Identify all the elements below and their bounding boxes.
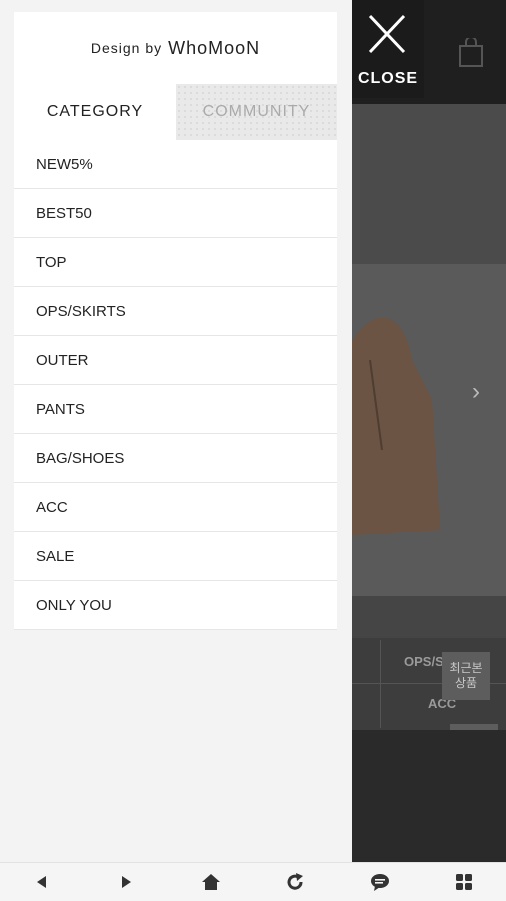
background-page: › OPS/Skirts ACC 최근본 상품 ⌃ ⌄: [352, 0, 506, 862]
brand-prefix: Design by: [90, 40, 163, 56]
product-photo: [352, 104, 506, 264]
background-strip: [352, 596, 506, 638]
back-button[interactable]: [0, 863, 84, 901]
category-item-only-you[interactable]: ONLY YOU: [14, 581, 337, 630]
tab-category[interactable]: CATEGORY: [14, 84, 176, 140]
recent-items-button[interactable]: 최근본 상품: [442, 652, 490, 700]
divider: [380, 640, 381, 728]
category-item-new[interactable]: NEW5%: [14, 140, 337, 189]
brand-header: Design by WhoMooN: [14, 12, 337, 84]
chat-icon: [370, 874, 389, 891]
chat-button[interactable]: [338, 863, 422, 901]
category-list: NEW5% BEST50 TOP OPS/SKIRTS OUTER PANTS …: [14, 140, 337, 630]
shopping-bag-icon: [459, 38, 483, 67]
hoodie-image: [352, 317, 440, 535]
side-drawer: Design by WhoMooN CATEGORY COMMUNITY NEW…: [0, 0, 352, 862]
close-icon: [368, 14, 406, 54]
apps-icon: [455, 874, 472, 890]
close-label: CLOSE: [357, 70, 419, 87]
category-item-sale[interactable]: SALE: [14, 532, 337, 581]
category-item-best[interactable]: BEST50: [14, 189, 337, 238]
close-drawer-button[interactable]: CLOSE: [352, 0, 424, 98]
refresh-button[interactable]: [253, 863, 337, 901]
tab-community[interactable]: COMMUNITY: [176, 84, 337, 140]
forward-button[interactable]: [84, 863, 168, 901]
category-item-ops-skirts[interactable]: OPS/SKIRTS: [14, 287, 337, 336]
category-item-outer[interactable]: OUTER: [14, 336, 337, 385]
home-button[interactable]: [169, 863, 253, 901]
chevron-right-icon[interactable]: ›: [472, 378, 480, 406]
product-photo: [352, 730, 506, 862]
category-item-pants[interactable]: PANTS: [14, 385, 337, 434]
category-item-top[interactable]: TOP: [14, 238, 337, 287]
back-icon: [37, 876, 46, 888]
forward-icon: [122, 876, 132, 888]
category-item-acc[interactable]: ACC: [14, 483, 337, 532]
drawer-tabs: CATEGORY COMMUNITY: [14, 84, 337, 140]
refresh-icon: [287, 873, 304, 890]
bottom-nav: [0, 862, 506, 901]
apps-button[interactable]: [422, 863, 506, 901]
recent-items-label: 최근본 상품: [449, 661, 483, 690]
brand-name: WhoMooN: [168, 37, 261, 58]
category-item-bag-shoes[interactable]: BAG/SHOES: [14, 434, 337, 483]
home-icon: [201, 874, 220, 890]
